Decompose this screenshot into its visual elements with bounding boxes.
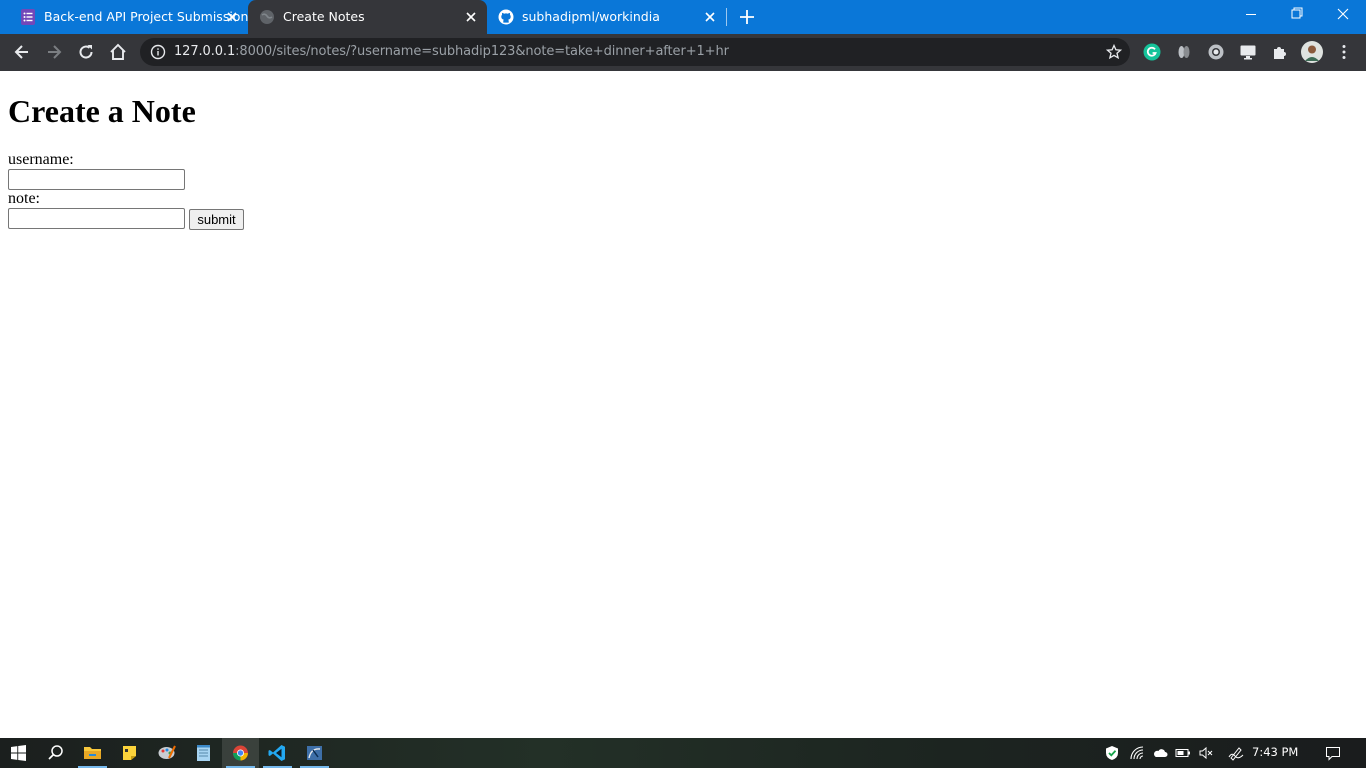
- tab-title: Back-end API Project Submission: [44, 9, 249, 24]
- page-content: Create a Note username: note: submit: [0, 71, 1366, 738]
- folder-icon: [84, 747, 101, 759]
- extension-record-icon[interactable]: [1207, 43, 1225, 61]
- db-tool-taskbar-icon[interactable]: [296, 738, 333, 768]
- security-shield-icon[interactable]: [1104, 745, 1120, 761]
- note-label: note:: [8, 190, 40, 207]
- chrome-taskbar-icon[interactable]: [222, 738, 259, 768]
- home-icon[interactable]: [108, 42, 128, 62]
- cast-screen-icon[interactable]: [1239, 43, 1257, 61]
- notepad-icon[interactable]: [185, 738, 222, 768]
- browser-toolbar: 127.0.0.1:8000/sites/notes/?username=sub…: [0, 34, 1366, 71]
- vscode-icon: [268, 745, 285, 761]
- wifi-icon[interactable]: [1129, 745, 1145, 761]
- windows-taskbar: 7:43 PM: [0, 738, 1366, 768]
- tab-separator: [726, 8, 727, 26]
- back-icon[interactable]: [12, 42, 32, 62]
- file-explorer-icon[interactable]: [74, 738, 111, 768]
- tab-title: Create Notes: [283, 9, 365, 24]
- onedrive-cloud-icon[interactable]: [1152, 745, 1168, 761]
- paint-icon[interactable]: [148, 738, 185, 768]
- start-windows-icon[interactable]: [0, 738, 37, 768]
- search-icon[interactable]: [37, 738, 74, 768]
- close-tab-icon[interactable]: [463, 9, 479, 25]
- close-tab-icon[interactable]: [224, 9, 240, 25]
- url-text: 127.0.0.1:8000/sites/notes/?username=sub…: [174, 44, 729, 59]
- username-label: username:: [8, 151, 74, 168]
- volume-muted-icon[interactable]: [1198, 745, 1214, 761]
- action-center-icon[interactable]: [1325, 745, 1341, 761]
- sticky-notes-icon[interactable]: [111, 738, 148, 768]
- tab-back-end-api[interactable]: Back-end API Project Submission: [0, 0, 248, 34]
- globe-icon: [260, 10, 274, 24]
- url-host: 127.0.0.1: [174, 44, 236, 59]
- forward-icon[interactable]: [44, 42, 64, 62]
- minimize-icon[interactable]: [1228, 0, 1274, 30]
- address-bar[interactable]: 127.0.0.1:8000/sites/notes/?username=sub…: [140, 38, 1130, 66]
- kebab-menu-icon[interactable]: [1335, 43, 1353, 61]
- tab-title: subhadipml/workindia: [522, 9, 660, 24]
- submit-button[interactable]: submit: [189, 209, 244, 230]
- profile-avatar[interactable]: [1301, 41, 1323, 63]
- close-window-icon[interactable]: [1320, 0, 1366, 30]
- tab-strip: Back-end API Project Submission Create N…: [0, 0, 1366, 34]
- close-tab-icon[interactable]: [702, 9, 718, 25]
- github-icon: [498, 9, 514, 25]
- tab-create-notes[interactable]: Create Notes: [248, 0, 487, 34]
- site-info-icon[interactable]: [150, 44, 166, 60]
- extension-s-icon[interactable]: [1175, 43, 1193, 61]
- system-clock[interactable]: 7:43 PM: [1252, 745, 1298, 759]
- note-input[interactable]: [8, 208, 185, 229]
- restore-icon[interactable]: [1274, 0, 1320, 30]
- url-path: :8000/sites/notes/?username=subhadip123&…: [235, 44, 729, 59]
- database-tool-icon: [307, 746, 322, 760]
- bookmark-star-icon[interactable]: [1106, 44, 1122, 60]
- grammarly-icon[interactable]: [1143, 43, 1161, 61]
- chrome-icon: [233, 745, 248, 761]
- pen-ink-icon[interactable]: [1228, 745, 1244, 761]
- vscode-taskbar-icon[interactable]: [259, 738, 296, 768]
- tab-github-workindia[interactable]: subhadipml/workindia: [487, 0, 726, 34]
- battery-icon[interactable]: [1175, 745, 1191, 761]
- reload-icon[interactable]: [76, 42, 96, 62]
- username-input[interactable]: [8, 169, 185, 190]
- forms-icon: [21, 9, 35, 25]
- new-tab-icon[interactable]: [738, 8, 756, 26]
- page-title: Create a Note: [8, 93, 196, 129]
- extensions-puzzle-icon[interactable]: [1271, 43, 1289, 61]
